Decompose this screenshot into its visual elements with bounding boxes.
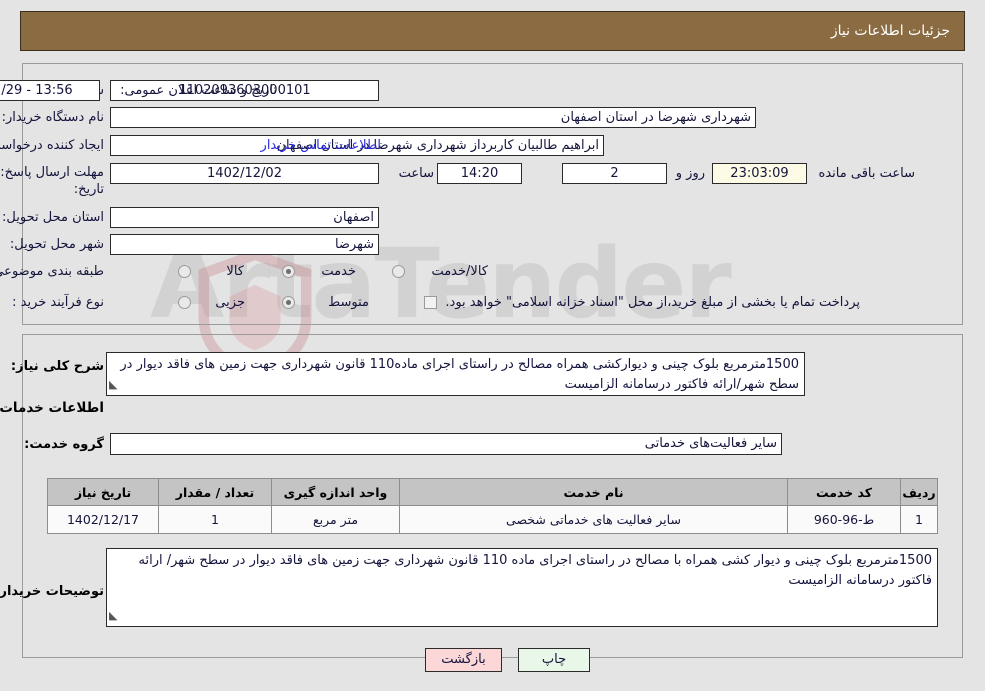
services-table: ردیف کد خدمت نام خدمت واحد اندازه گیری ت… [47, 478, 938, 534]
radio-purchase-motevaset-label: متوسط [328, 295, 369, 310]
buyer-org-label: نام دستگاه خریدار: [1, 110, 104, 125]
radio-purchase-motevaset[interactable] [282, 296, 295, 309]
radio-category-kala-khedmat-label: کالا/خدمت [431, 264, 488, 279]
deadline-date-field[interactable]: 1402/12/02 [110, 163, 379, 184]
radio-purchase-jozei-label: جزیی [215, 295, 245, 310]
col-unit: واحد اندازه گیری [271, 478, 400, 506]
cell-name: سایر فعالیت های خدماتی شخصی [399, 505, 788, 534]
deadline-time-label: ساعت [398, 166, 434, 181]
category-label: طبقه بندی موضوعی: [0, 264, 104, 279]
buyer-notes-label: توضیحات خریدار: [0, 584, 104, 599]
need-info-panel [22, 63, 963, 325]
page-title: جزئیات اطلاعات نیاز [830, 23, 950, 39]
cell-qty: 1 [158, 505, 272, 534]
summary-label: شرح کلی نیاز: [10, 359, 104, 374]
cell-row: 1 [900, 505, 938, 534]
radio-category-kala[interactable] [178, 265, 191, 278]
deadline-time-field[interactable]: 14:20 [437, 163, 522, 184]
countdown-label: ساعت باقی مانده [818, 166, 915, 181]
treasury-docs-note: پرداخت تمام یا بخشی از مبلغ خرید،از محل … [445, 295, 860, 310]
radio-purchase-jozei[interactable] [178, 296, 191, 309]
radio-category-kala-khedmat[interactable] [392, 265, 405, 278]
requester-label: ایجاد کننده درخواست: [0, 138, 104, 153]
purchase-type-label: نوع فرآیند خرید : [12, 295, 104, 310]
services-section-title: اطلاعات خدمات مورد نیاز [0, 400, 104, 416]
buyer-contact-link[interactable]: اطلاعات تماس خریدار [261, 138, 381, 153]
table-header-row: ردیف کد خدمت نام خدمت واحد اندازه گیری ت… [47, 478, 938, 506]
province-field[interactable]: اصفهان [110, 207, 379, 228]
cell-unit: متر مربع [271, 505, 400, 534]
announce-datetime-label: تاریخ و ساعت اعلان عمومی: [120, 83, 277, 98]
summary-textarea[interactable]: 1500مترمربع بلوک چینی و دیوارکشی همراه م… [106, 352, 805, 396]
city-label: شهر محل تحویل: [9, 237, 104, 252]
cell-date: 1402/12/17 [47, 505, 159, 534]
treasury-docs-checkbox[interactable] [424, 296, 437, 309]
page-root: ArtaTender جزئیات اطلاعات نیاز شماره نیا… [0, 0, 985, 691]
resize-grip-icon[interactable]: ◢ [109, 375, 117, 395]
back-button[interactable]: بازگشت [425, 648, 502, 672]
city-field[interactable]: شهرضا [110, 234, 379, 255]
cell-code: ط-96-960 [787, 505, 901, 534]
col-row: ردیف [900, 478, 938, 506]
col-code: کد خدمت [787, 478, 901, 506]
radio-category-kala-label: کالا [226, 264, 244, 279]
summary-text: 1500مترمربع بلوک چینی و دیوارکشی همراه م… [120, 357, 799, 392]
print-button[interactable]: چاپ [518, 648, 590, 672]
buyer-notes-textarea[interactable]: 1500مترمربع بلوک چینی و دیوار کشی همراه … [106, 548, 938, 627]
deadline-label-line2: تاریخ: [73, 182, 104, 197]
buyer-org-field[interactable]: شهرداری شهرضا در استان اصفهان [110, 107, 756, 128]
col-date: تاریخ نیاز [47, 478, 159, 506]
province-label: استان محل تحویل: [2, 210, 104, 225]
col-name: نام خدمت [399, 478, 788, 506]
deadline-days-label: روز و [675, 166, 705, 181]
deadline-days-field[interactable]: 2 [562, 163, 667, 184]
deadline-label-line1: مهلت ارسال پاسخ: تا [0, 165, 104, 180]
radio-category-khedmat-label: خدمت [321, 264, 356, 279]
countdown-field: 23:03:09 [712, 163, 807, 184]
service-group-field[interactable]: سایر فعالیت‌های خدماتی [110, 433, 782, 455]
resize-grip-icon-notes[interactable]: ◢ [109, 606, 117, 626]
radio-category-khedmat[interactable] [282, 265, 295, 278]
service-group-label: گروه خدمت: [24, 437, 104, 452]
table-row[interactable]: 1 ط-96-960 سایر فعالیت های خدماتی شخصی م… [47, 505, 938, 534]
page-title-bar: جزئیات اطلاعات نیاز [20, 11, 965, 51]
buyer-notes-text: 1500مترمربع بلوک چینی و دیوار کشی همراه … [138, 553, 932, 588]
col-qty: تعداد / مقدار [158, 478, 272, 506]
announce-datetime-field[interactable]: 13:56 - 1402/11/29 [0, 80, 100, 101]
